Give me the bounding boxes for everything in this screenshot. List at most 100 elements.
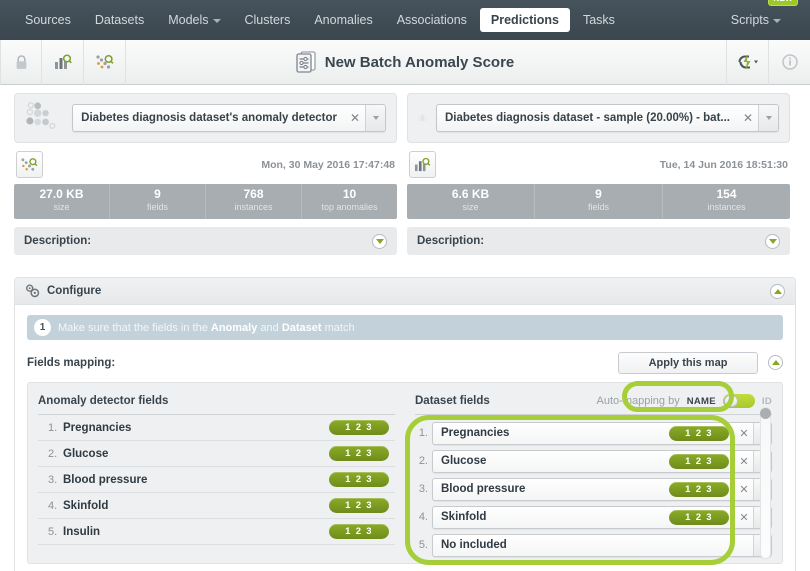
panel-row: Diabetes diagnosis dataset's anomaly det… [0, 85, 810, 255]
stat-item: 768 instances [206, 184, 302, 219]
dataset-description-row[interactable]: Description: [407, 227, 790, 255]
anomaly-description-row[interactable]: Description: [14, 227, 397, 255]
stat-item: 9 fields [535, 184, 663, 219]
nav-item-associations[interactable]: Associations [386, 8, 478, 32]
field-type-badge: 1 2 3 [669, 509, 729, 525]
gear-icon [26, 284, 40, 298]
configure-collapse-button[interactable] [770, 283, 785, 299]
clear-icon[interactable]: ✕ [735, 427, 753, 440]
description-expand-button[interactable] [765, 233, 780, 249]
scrollbar-thumb[interactable] [760, 408, 771, 419]
nav-item-label: Tasks [582, 13, 615, 27]
nav-item-models[interactable]: Models [157, 8, 231, 32]
clear-icon[interactable]: ✕ [738, 111, 758, 125]
dataset-search-button[interactable] [42, 39, 84, 85]
nav-item-predictions[interactable]: Predictions [479, 8, 570, 32]
dataset-field-select[interactable]: Skinfold 1 2 3 ✕ [432, 505, 772, 529]
dataset-field-select[interactable]: No included [432, 533, 772, 557]
anomaly-search-button[interactable] [84, 39, 126, 85]
dataset-field-select[interactable]: Glucose 1 2 3 ✕ [432, 449, 772, 473]
dropdown-arrow-icon[interactable] [365, 105, 385, 131]
nav-item-tasks[interactable]: Tasks [572, 8, 626, 32]
clear-icon[interactable]: ✕ [735, 483, 753, 496]
field-type-badge: 1 2 3 [329, 524, 389, 539]
stat-item: 6.6 KB size [407, 184, 535, 219]
nav-item-clusters[interactable]: Clusters [234, 8, 302, 32]
chevron-down-icon [372, 116, 379, 120]
anomaly-fields-header: Anomaly detector fields [38, 393, 395, 415]
dataset-fields-scrollbar[interactable] [759, 407, 772, 559]
stat-label: instances [707, 202, 746, 212]
anomaly-resource-icon-button[interactable] [16, 151, 43, 178]
row-index: 3. [48, 473, 58, 486]
apply-this-map-button[interactable]: Apply this map [618, 351, 758, 374]
lock-icon [16, 54, 26, 69]
chevron-up-icon [773, 288, 782, 294]
dropdown-arrow-icon[interactable] [758, 105, 778, 131]
step-number: 1 [34, 319, 51, 336]
stat-value: 6.6 KB [451, 187, 490, 201]
dataset-meta-row: Tue, 14 Jun 2016 18:51:30 [407, 143, 790, 184]
step-text-before: Make sure that the fields in the [58, 321, 211, 334]
info-button[interactable] [768, 39, 810, 85]
dataset-field-row: 4. Skinfold 1 2 3 ✕ [415, 504, 772, 530]
row-index: 3. [418, 483, 428, 495]
dataset-field-select[interactable]: Pregnancies 1 2 3 ✕ [432, 421, 772, 445]
dataset-selector[interactable]: Diabetes diagnosis dataset - sample (20.… [435, 104, 779, 132]
field-type-badge: 1 2 3 [669, 481, 729, 497]
stat-label: fields [587, 202, 609, 212]
row-index: 5. [418, 539, 428, 551]
description-expand-button[interactable] [372, 233, 387, 249]
anomaly-panel: Diabetes diagnosis dataset's anomaly det… [14, 93, 397, 255]
title-bar-left-tools [0, 39, 126, 85]
fields-mapping-label: Fields mapping: [27, 356, 116, 369]
field-type-badge: 1 2 3 [669, 425, 729, 441]
anomaly-stats: 27.0 KB size 9 fields 768 instances 10 t… [14, 184, 397, 219]
auto-mapping-toggle[interactable] [722, 394, 755, 408]
stat-item: 9 fields [110, 184, 206, 219]
title-bar: New Batch Anomaly Score [0, 39, 810, 85]
flash-actions-button[interactable] [726, 39, 768, 85]
nav-item-sources[interactable]: Sources [14, 8, 82, 32]
clear-icon[interactable]: ✕ [735, 455, 753, 468]
nav-item-scripts[interactable]: NEW Scripts [720, 0, 798, 32]
scrollbar-track[interactable] [760, 407, 771, 559]
dataset-field-row: 1. Pregnancies 1 2 3 ✕ [415, 420, 772, 446]
dataset-search-icon [414, 157, 431, 171]
anomaly-selector-container: Diabetes diagnosis dataset's anomaly det… [14, 93, 397, 143]
step-text-after: match [321, 321, 355, 334]
dataset-selector-container: Diabetes diagnosis dataset - sample (20.… [407, 93, 790, 143]
configure-header[interactable]: Configure [15, 278, 795, 305]
anomaly-selector[interactable]: Diabetes diagnosis dataset's anomaly det… [72, 104, 386, 132]
page-title: New Batch Anomaly Score [324, 53, 515, 71]
step-text-mid: and [257, 321, 282, 334]
nav-item-datasets[interactable]: Datasets [84, 8, 155, 32]
dataset-resource-icon-button[interactable] [409, 151, 436, 178]
nav-item-anomalies[interactable]: Anomalies [303, 8, 383, 32]
resource-panels: Diabetes diagnosis dataset's anomaly det… [0, 85, 810, 255]
stat-value: 9 [595, 187, 602, 201]
clear-icon[interactable]: ✕ [735, 511, 753, 524]
row-index: 2. [48, 447, 58, 460]
configure-body: 1 Make sure that the fields in the Anoma… [15, 305, 795, 571]
field-name: Glucose [63, 447, 109, 460]
anomaly-search-icon [95, 54, 114, 69]
nav-scripts-button[interactable]: Scripts [720, 8, 792, 32]
dataset-search-icon [54, 53, 72, 69]
dataset-stats: 6.6 KB size 9 fields 154 instances [407, 184, 790, 219]
clear-icon[interactable]: ✕ [345, 111, 365, 125]
lock-button[interactable] [0, 39, 42, 85]
stat-label: top anomalies [321, 202, 378, 212]
stat-item: 10 top anomalies [302, 184, 397, 219]
dataset-fields-list: 1. Pregnancies 1 2 3 ✕ 2. Glucose 1 2 3 … [415, 420, 772, 558]
dataset-created-date: Tue, 14 Jun 2016 18:51:30 [659, 158, 788, 171]
fields-mapping-collapse-button[interactable] [768, 355, 783, 370]
field-name: Blood pressure [63, 473, 148, 486]
field-name: Blood pressure [441, 483, 526, 495]
description-label: Description: [24, 235, 92, 247]
dataset-selector-value: Diabetes diagnosis dataset - sample (20.… [444, 112, 730, 124]
field-name: Glucose [441, 455, 487, 467]
switch-label-name: NAME [686, 395, 716, 407]
nav-item-label: Predictions [490, 13, 559, 27]
dataset-field-select[interactable]: Blood pressure 1 2 3 ✕ [432, 477, 772, 501]
